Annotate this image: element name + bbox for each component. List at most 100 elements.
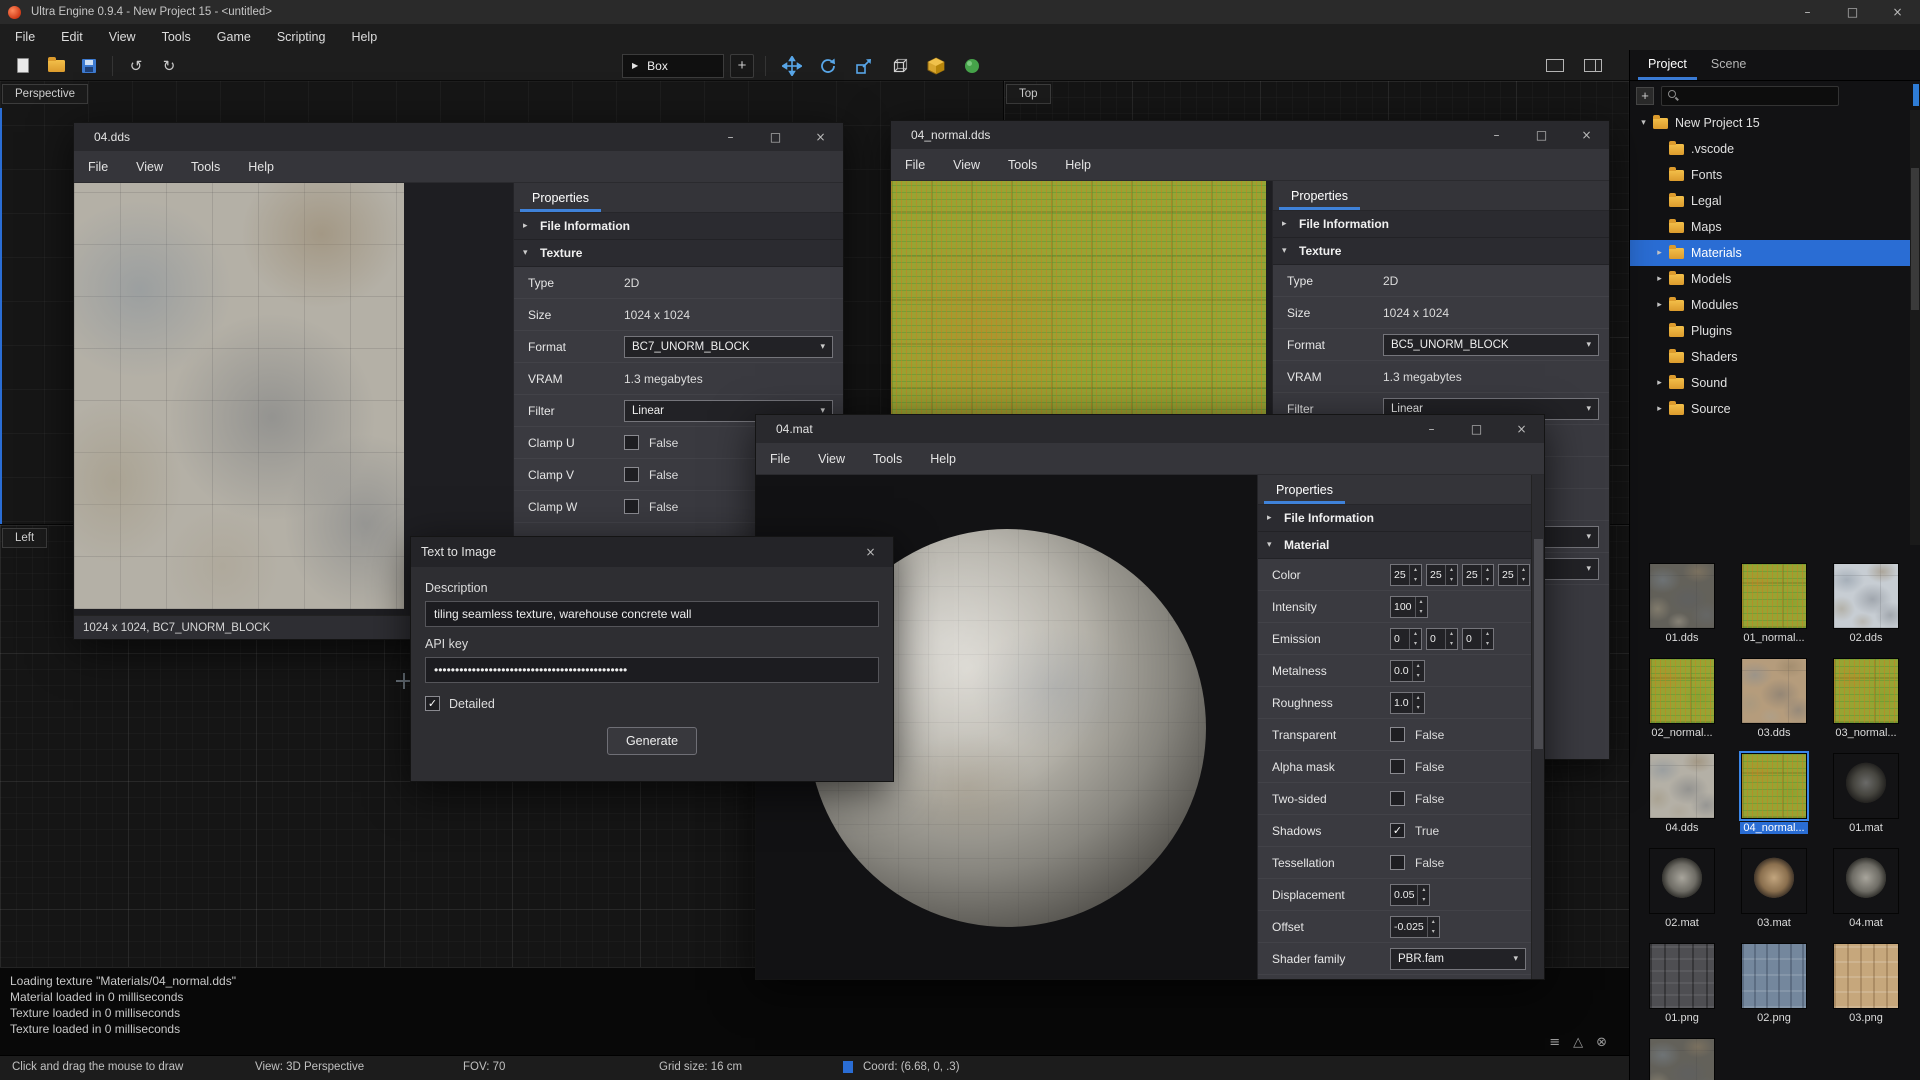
spinner-down-icon[interactable]: ▾ [1446, 575, 1457, 585]
tree-item-modules[interactable]: ▸Modules [1630, 292, 1920, 318]
spinner-down-icon[interactable]: ▾ [1482, 639, 1493, 649]
scrollbar-thumb[interactable] [1911, 168, 1919, 310]
emission-spinner[interactable]: 0▴▾ [1462, 628, 1494, 650]
displacement-spinner[interactable]: 0.05▴▾ [1390, 884, 1430, 906]
expand-icon[interactable]: ▸ [1652, 248, 1667, 258]
spinner-up-icon[interactable]: ▴ [1410, 629, 1421, 639]
save-button[interactable] [74, 53, 104, 78]
paint-material-button[interactable] [957, 53, 987, 78]
spinner-down-icon[interactable]: ▾ [1410, 639, 1421, 649]
spinner-up-icon[interactable]: ▴ [1413, 693, 1424, 703]
spinner-up-icon[interactable]: ▴ [1446, 629, 1457, 639]
asset-02-dds[interactable]: 02.dds [1820, 563, 1912, 658]
close-button[interactable]: × [848, 537, 893, 567]
clamp-v-checkbox[interactable] [624, 467, 639, 482]
api-key-input[interactable] [425, 657, 879, 683]
asset-01-normal[interactable]: 01_normal... [1728, 563, 1820, 658]
spinner-up-icon[interactable]: ▴ [1413, 661, 1424, 671]
menu-view[interactable]: View [804, 446, 859, 472]
clamp-w-checkbox[interactable] [624, 499, 639, 514]
console-warning-icon[interactable]: △ [1573, 1035, 1583, 1050]
generate-button[interactable]: Generate [607, 727, 697, 755]
spinner-up-icon[interactable]: ▴ [1428, 917, 1439, 927]
spinner-up-icon[interactable]: ▴ [1482, 629, 1493, 639]
split-viewport-layout-button[interactable] [1578, 53, 1608, 78]
asset-02-png[interactable]: 02.png [1728, 943, 1820, 1038]
spinner-up-icon[interactable]: ▴ [1418, 885, 1429, 895]
roughness-spinner[interactable]: 1.0▴▾ [1390, 692, 1425, 714]
undo-button[interactable]: ↺ [121, 53, 151, 78]
scrollbar-thumb[interactable] [1534, 539, 1543, 749]
asset-01-dds[interactable]: 01.dds [1636, 563, 1728, 658]
wireframe-cube-button[interactable] [885, 53, 915, 78]
panel-scrollbar-thumb[interactable] [1913, 84, 1919, 106]
menu-scripting[interactable]: Scripting [264, 25, 339, 49]
expand-icon[interactable]: ▸ [1652, 378, 1667, 388]
tree-item-plugins[interactable]: Plugins [1630, 318, 1920, 344]
emission-spinner[interactable]: 0▴▾ [1426, 628, 1458, 650]
asset-x[interactable] [1636, 1038, 1728, 1080]
section-file-information[interactable]: ▸File Information [514, 213, 843, 240]
menu-view[interactable]: View [96, 25, 149, 49]
spinner-up-icon[interactable]: ▴ [1410, 565, 1421, 575]
menu-file[interactable]: File [756, 446, 804, 472]
properties-scrollbar[interactable] [1531, 475, 1544, 979]
spinner-down-icon[interactable]: ▾ [1428, 927, 1439, 937]
new-file-button[interactable] [8, 53, 38, 78]
asset-03-normal[interactable]: 03_normal... [1820, 658, 1912, 753]
search-input[interactable] [1685, 90, 1832, 102]
menu-help[interactable]: Help [234, 154, 288, 180]
menu-tools[interactable]: Tools [149, 25, 204, 49]
clamp-u-checkbox[interactable] [624, 435, 639, 450]
section-file-information[interactable]: ▸File Information [1258, 505, 1544, 532]
single-viewport-layout-button[interactable] [1540, 53, 1570, 78]
rotate-tool-button[interactable] [813, 53, 843, 78]
window-titlebar[interactable]: 04.mat – □ × [756, 415, 1544, 443]
menu-help[interactable]: Help [1051, 152, 1105, 178]
menu-help[interactable]: Help [916, 446, 970, 472]
menu-tools[interactable]: Tools [859, 446, 916, 472]
redo-button[interactable]: ↻ [154, 53, 184, 78]
close-button[interactable]: × [1564, 121, 1609, 149]
move-tool-button[interactable] [777, 53, 807, 78]
spinner-up-icon[interactable]: ▴ [1416, 597, 1427, 607]
menu-file[interactable]: File [74, 154, 122, 180]
menu-view[interactable]: View [122, 154, 177, 180]
window-titlebar[interactable]: 04_normal.dds – □ × [891, 121, 1609, 149]
tree-item-new-project-15[interactable]: ▾New Project 15 [1630, 110, 1920, 136]
emission-spinner[interactable]: 0▴▾ [1390, 628, 1422, 650]
spinner-down-icon[interactable]: ▾ [1482, 575, 1493, 585]
spinner-down-icon[interactable]: ▾ [1413, 671, 1424, 681]
spinner-down-icon[interactable]: ▾ [1410, 575, 1421, 585]
tree-item-maps[interactable]: Maps [1630, 214, 1920, 240]
tree-item-vscode[interactable]: .vscode [1630, 136, 1920, 162]
spinner-down-icon[interactable]: ▾ [1418, 895, 1429, 905]
close-button[interactable]: × [798, 123, 843, 151]
asset-01-mat[interactable]: 01.mat [1820, 753, 1912, 848]
expand-icon[interactable]: ▸ [1652, 274, 1667, 284]
tree-item-source[interactable]: ▸Source [1630, 396, 1920, 422]
maximize-button[interactable]: □ [1454, 415, 1499, 443]
tree-item-shaders[interactable]: Shaders [1630, 344, 1920, 370]
primitive-dropdown[interactable]: ▶ Box [622, 54, 724, 78]
detailed-checkbox[interactable]: ✓ [425, 696, 440, 711]
intensity-spinner[interactable]: 100▴▾ [1390, 596, 1428, 618]
spinner-down-icon[interactable]: ▾ [1446, 639, 1457, 649]
minimize-button[interactable]: – [1409, 415, 1454, 443]
menu-edit[interactable]: Edit [48, 25, 96, 49]
tree-item-sound[interactable]: ▸Sound [1630, 370, 1920, 396]
color-spinner[interactable]: 25▴▾ [1498, 564, 1530, 586]
tab-project[interactable]: Project [1638, 50, 1697, 80]
spinner-up-icon[interactable]: ▴ [1446, 565, 1457, 575]
window-titlebar[interactable]: 04.dds – □ × [74, 123, 843, 151]
spinner-down-icon[interactable]: ▾ [1518, 575, 1529, 585]
maximize-button[interactable]: □ [753, 123, 798, 151]
menu-file[interactable]: File [891, 152, 939, 178]
metalness-spinner[interactable]: 0.0▴▾ [1390, 660, 1425, 682]
minimize-button[interactable]: – [1785, 0, 1830, 24]
transparent-checkbox[interactable] [1390, 727, 1405, 742]
color-spinner[interactable]: 25▴▾ [1390, 564, 1422, 586]
format-dropdown[interactable]: BC5_UNORM_BLOCK▾ [1383, 334, 1599, 356]
menu-help[interactable]: Help [338, 25, 390, 49]
minimize-button[interactable]: – [1474, 121, 1519, 149]
